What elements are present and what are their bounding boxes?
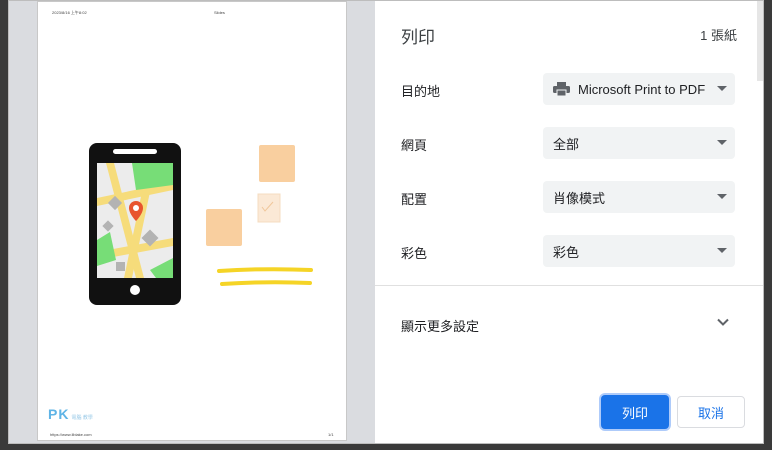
- pages-label: 網頁: [401, 138, 428, 153]
- settings-divider: [375, 285, 763, 286]
- destination-select[interactable]: Microsoft Print to PDF: [543, 73, 735, 105]
- more-settings-label: 顯示更多設定: [401, 319, 480, 334]
- more-settings-toggle[interactable]: 顯示更多設定: [375, 301, 763, 345]
- page-footer-url: https://www.liblake.com: [50, 432, 92, 437]
- layout-label: 配置: [401, 192, 428, 207]
- layout-value: 肖像模式: [553, 190, 606, 206]
- layout-select[interactable]: 肖像模式: [543, 181, 735, 213]
- preview-page: 2023/8/16 上午8:02 Slides PK 電腦 教學 https:/…: [37, 1, 347, 441]
- print-button[interactable]: 列印: [601, 395, 669, 429]
- pages-value: 全部: [553, 136, 580, 152]
- color-select[interactable]: 彩色: [543, 235, 735, 267]
- chevron-down-icon: [717, 194, 727, 199]
- chevron-down-icon: [717, 248, 727, 253]
- watermark-logo: PK 電腦 教學: [48, 406, 93, 422]
- color-label: 彩色: [401, 246, 428, 261]
- page-footer-number: 1/1: [328, 432, 334, 437]
- print-preview-pane: 2023/8/16 上午8:02 Slides PK 電腦 教學 https:/…: [9, 1, 375, 443]
- settings-scrollbar[interactable]: [757, 1, 763, 81]
- expand-chevron-icon: [717, 318, 729, 326]
- printer-icon: [553, 82, 570, 96]
- print-settings-panel: 列印 1 張紙 目的地 Microsoft Print to PDF 網頁 全部…: [375, 1, 763, 443]
- chevron-down-icon: [717, 86, 727, 91]
- destination-value: Microsoft Print to PDF: [578, 81, 706, 97]
- cancel-button[interactable]: 取消: [677, 396, 745, 428]
- print-dialog: 2023/8/16 上午8:02 Slides PK 電腦 教學 https:/…: [8, 0, 764, 444]
- destination-label: 目的地: [401, 84, 441, 99]
- dialog-title: 列印: [401, 28, 435, 47]
- color-value: 彩色: [553, 244, 580, 260]
- pages-select[interactable]: 全部: [543, 127, 735, 159]
- page-header-date: 2023/8/16 上午8:02: [52, 10, 87, 15]
- sheet-count: 1 張紙: [700, 28, 737, 43]
- page-header-title: Slides: [214, 10, 225, 15]
- phone-map-illustration: [89, 143, 313, 305]
- chevron-down-icon: [717, 140, 727, 145]
